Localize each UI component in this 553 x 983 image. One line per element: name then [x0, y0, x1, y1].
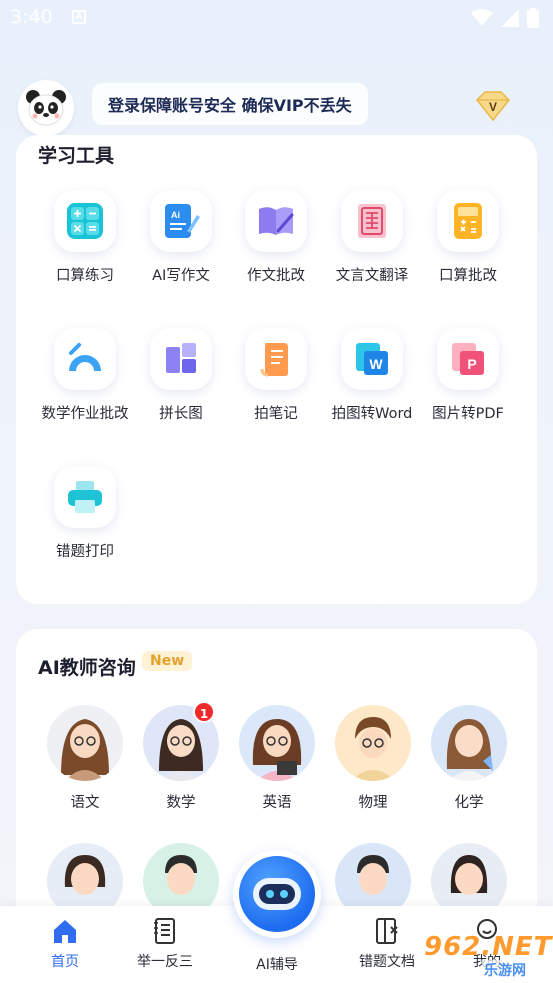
signal-icon [501, 9, 519, 27]
ai-teacher-title: AI教师咨询 [38, 657, 136, 679]
svg-text:P: P [467, 356, 476, 372]
tool-label: 图片转PDF [432, 406, 504, 422]
teacher-label: 化学 [454, 795, 484, 811]
vip-letter: V [489, 100, 497, 114]
watermark-text: 962.NET [424, 932, 553, 962]
tool-label: 文言文翻译 [335, 268, 409, 284]
teacher-english[interactable]: 英语 [234, 705, 320, 812]
open-book-pen-icon [245, 190, 307, 252]
panda-icon [26, 90, 66, 126]
nav-home[interactable]: 首页 [20, 906, 110, 983]
pdf-doc-icon: P [437, 328, 499, 390]
svg-text:W: W [369, 356, 383, 372]
teacher-avatar [431, 705, 507, 781]
scroll-note-icon [245, 328, 307, 390]
protractor-icon [54, 328, 116, 390]
nav-label: 举一反三 [137, 954, 193, 970]
teacher-label: 数学 [166, 795, 196, 811]
word-doc-icon: W [341, 328, 403, 390]
tool-stitch-long-image[interactable]: 拼长图 [131, 328, 231, 423]
tool-ai-writing[interactable]: Ai AI写作文 [131, 190, 231, 285]
learning-tools-card: 学习工具 口算练习 Ai AI写作文 作文批改 文言文翻译 口算批改 数学作业批… [16, 135, 537, 604]
vip-badge[interactable]: V [473, 86, 513, 126]
svg-text:Ai: Ai [171, 210, 180, 220]
status-icons [471, 8, 539, 28]
tool-label: 拍笔记 [254, 406, 298, 422]
login-notice-text: 登录保障账号安全 确保VIP不丢失 [108, 96, 352, 115]
tool-image-to-pdf[interactable]: P 图片转PDF [418, 328, 518, 423]
notification-a-icon: A [72, 10, 86, 24]
classical-text-icon [341, 190, 403, 252]
nav-label: 首页 [51, 954, 79, 970]
tool-essay-correction[interactable]: 作文批改 [226, 190, 326, 285]
tool-label: 拍图转Word [331, 406, 413, 422]
status-time: 3:40 [10, 6, 53, 28]
user-avatar[interactable] [18, 80, 74, 136]
login-notice-bubble[interactable]: 登录保障账号安全 确保VIP不丢失 [92, 83, 368, 125]
printer-icon [54, 466, 116, 528]
tool-label: 错题打印 [56, 544, 114, 560]
wifi-icon [471, 9, 493, 26]
tool-oral-correction[interactable]: 口算批改 [418, 190, 518, 285]
top-header: 登录保障账号安全 确保VIP不丢失 V [0, 78, 553, 138]
new-badge: New [142, 651, 193, 671]
vip-diamond-icon: V [475, 91, 511, 122]
teacher-label: 英语 [262, 795, 292, 811]
tool-classical-translation[interactable]: 文言文翻译 [322, 190, 422, 285]
stitch-image-icon [150, 328, 212, 390]
tool-photo-to-word[interactable]: W 拍图转Word [322, 328, 422, 423]
teacher-chemistry[interactable]: 化学 [426, 705, 512, 812]
ai-tutor-fab[interactable] [233, 850, 321, 938]
robot-icon [239, 856, 315, 932]
status-bar: 3:40 A [0, 0, 553, 36]
learning-tools-title: 学习工具 [38, 145, 115, 167]
home-icon [50, 916, 80, 946]
teacher-chinese[interactable]: 语文 [42, 705, 128, 812]
tool-label: 口算批改 [439, 268, 497, 284]
teacher-avatar [239, 705, 315, 781]
tool-label: 作文批改 [247, 268, 305, 284]
site-watermark: 962.NET 乐游网 [418, 930, 553, 980]
teacher-avatar [47, 705, 123, 781]
teacher-label: 物理 [358, 795, 388, 811]
tool-oral-arithmetic[interactable]: 口算练习 [35, 190, 135, 285]
battery-icon [527, 8, 539, 28]
teacher-math[interactable]: 1 数学 [138, 701, 224, 812]
tool-math-homework-correction[interactable]: 数学作业批改 [35, 328, 135, 423]
wrong-doc-icon [372, 916, 402, 946]
nav-analogy[interactable]: 举一反三 [120, 906, 210, 983]
teacher-physics[interactable]: 物理 [330, 705, 416, 812]
tool-label: 口算练习 [56, 268, 114, 284]
tool-wrong-question-print[interactable]: 错题打印 [35, 466, 135, 561]
tool-label: 拼长图 [159, 406, 203, 422]
tool-label: 数学作业批改 [41, 406, 129, 422]
watermark-sub: 乐游网 [482, 960, 528, 980]
tool-label: AI写作文 [152, 268, 210, 284]
unread-badge: 1 [193, 701, 215, 723]
calculator-icon [437, 190, 499, 252]
calculator-grid-icon [54, 190, 116, 252]
teacher-label: 语文 [70, 795, 100, 811]
tool-photo-notes[interactable]: 拍笔记 [226, 328, 326, 423]
teacher-avatar [335, 705, 411, 781]
ai-writing-icon: Ai [150, 190, 212, 252]
list-document-icon [150, 916, 180, 946]
ai-tutor-label: AI辅导 [256, 957, 298, 973]
